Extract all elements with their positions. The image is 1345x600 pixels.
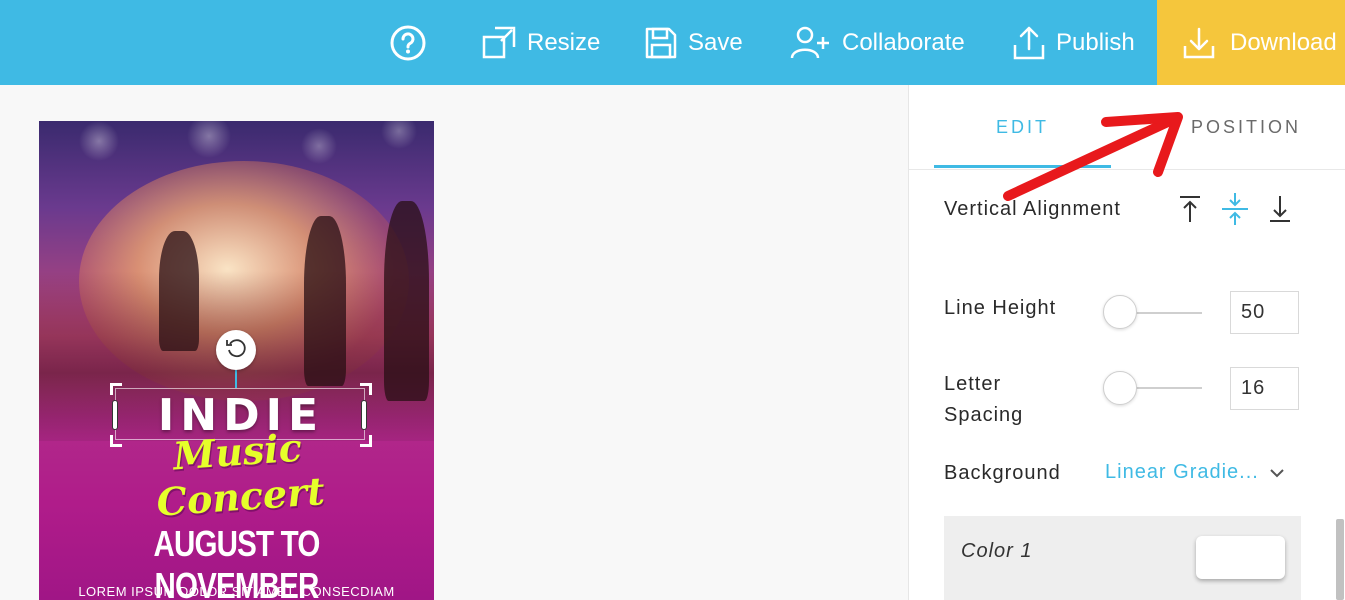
poster-body-text[interactable]: LOREM IPSUM DOLOR SIT AMET, CONSECDIAM <box>39 584 434 599</box>
align-top-icon <box>1176 194 1204 229</box>
poster-subheadline[interactable]: Music Concert <box>91 419 387 529</box>
align-bottom-icon <box>1266 194 1294 229</box>
rotate-icon <box>225 337 247 364</box>
letter-spacing-slider-thumb[interactable] <box>1103 371 1137 405</box>
singer-silhouette <box>384 201 429 401</box>
question-circle-icon <box>389 24 427 62</box>
background-value: Linear Gradie... <box>1105 460 1259 483</box>
tab-position[interactable]: POSITION <box>1171 85 1321 170</box>
line-height-label: Line Height <box>944 297 1057 319</box>
properties-panel: EDIT POSITION Vertical Alignment Line He… <box>908 85 1345 600</box>
resize-icon <box>481 25 517 61</box>
active-tab-indicator <box>934 165 1111 168</box>
chevron-down-icon <box>1269 461 1285 484</box>
line-height-input[interactable]: 50 <box>1230 291 1299 334</box>
save-icon <box>644 26 678 60</box>
resize-handle-top-right[interactable] <box>360 383 372 395</box>
align-middle-button[interactable] <box>1218 192 1252 231</box>
color-1-swatch[interactable] <box>1196 536 1285 579</box>
panel-tabs: EDIT POSITION <box>909 85 1345 170</box>
panel-scrollbar[interactable] <box>1336 519 1344 600</box>
collaborate-label: Collaborate <box>842 28 965 56</box>
resize-label: Resize <box>527 28 601 56</box>
resize-handle-top-left[interactable] <box>110 383 122 395</box>
align-middle-icon <box>1220 192 1250 231</box>
color-1-label: Color 1 <box>961 540 1033 562</box>
background-select[interactable]: Linear Gradie... <box>1105 458 1300 486</box>
background-label: Background <box>944 462 1061 484</box>
download-button[interactable]: Download <box>1157 0 1345 85</box>
download-icon <box>1182 26 1216 60</box>
help-button[interactable] <box>389 0 427 85</box>
color-1-row: Color 1 <box>944 516 1301 600</box>
resize-handle-left[interactable] <box>112 400 118 430</box>
vertical-alignment-label: Vertical Alignment <box>944 198 1121 220</box>
save-label: Save <box>688 28 743 56</box>
guitarist-silhouette <box>304 216 346 386</box>
poster-design[interactable]: INDIE Music Concert AUGUST TO NOVEMBER L… <box>39 121 434 600</box>
letter-spacing-input[interactable]: 16 <box>1230 367 1299 410</box>
tab-edit[interactable]: EDIT <box>934 85 1111 170</box>
letter-spacing-label: Letter Spacing <box>944 373 1024 426</box>
publish-label: Publish <box>1056 28 1135 56</box>
download-label: Download <box>1230 28 1337 56</box>
align-bottom-button[interactable] <box>1263 193 1297 229</box>
save-button[interactable]: Save <box>644 0 743 85</box>
rotate-handle[interactable] <box>216 330 256 370</box>
rotate-connector <box>235 370 237 388</box>
drummer-silhouette <box>159 231 199 351</box>
align-top-button[interactable] <box>1173 193 1207 229</box>
publish-button[interactable]: Publish <box>1012 0 1135 85</box>
upload-icon <box>1012 25 1046 61</box>
add-user-icon <box>790 25 832 61</box>
resize-button[interactable]: Resize <box>481 0 600 85</box>
line-height-slider-thumb[interactable] <box>1103 295 1137 329</box>
top-toolbar: Resize Save Collaborate Publish Download <box>0 0 1345 85</box>
collaborate-button[interactable]: Collaborate <box>790 0 965 85</box>
design-canvas-area[interactable]: INDIE Music Concert AUGUST TO NOVEMBER L… <box>0 85 908 600</box>
